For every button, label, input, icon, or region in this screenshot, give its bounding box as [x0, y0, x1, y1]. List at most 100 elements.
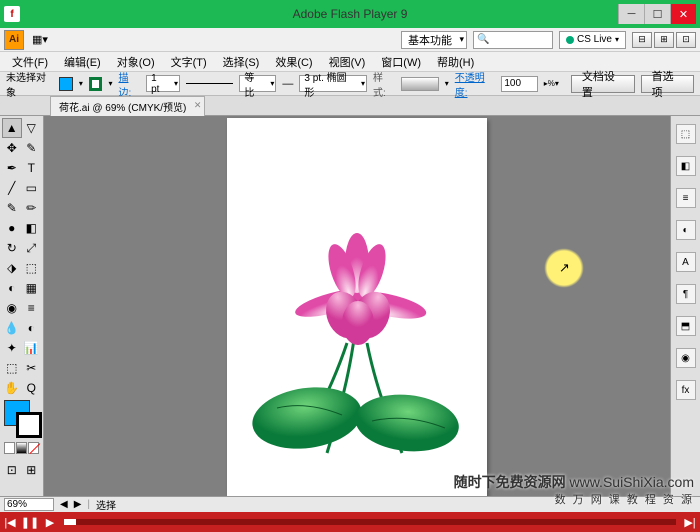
brush-dropdown[interactable]: 3 pt. 椭圆形 [299, 75, 367, 92]
close-button[interactable]: ✕ [670, 4, 696, 24]
opacity-input[interactable]: 100 [501, 76, 537, 92]
blend-tool[interactable]: ◐ [22, 318, 42, 338]
free-transform-tool[interactable]: ⬚ [22, 258, 42, 278]
blob-brush-tool[interactable]: ● [2, 218, 22, 238]
window-controls: ─ ☐ ✕ [618, 4, 696, 24]
search-input[interactable]: 🔍 [473, 31, 553, 49]
menu-view[interactable]: 视图(V) [321, 54, 374, 70]
bridge-icon[interactable]: ▦▾ [32, 33, 48, 46]
player-pause-button[interactable]: ❚❚ [20, 512, 40, 532]
workspace-switcher[interactable]: 基本功能 [401, 31, 467, 49]
arrange-btn-2[interactable]: ⊞ [654, 32, 674, 48]
close-tab-icon[interactable]: ✕ [194, 100, 202, 111]
pencil-tool[interactable]: ✏ [22, 198, 42, 218]
artboard-tool[interactable]: ⬚ [2, 358, 22, 378]
type-tool[interactable]: T [22, 158, 42, 178]
graphic-style-swatch[interactable] [401, 77, 439, 91]
minimize-button[interactable]: ─ [618, 4, 644, 24]
panel-transparency-icon[interactable]: ⬒ [676, 316, 696, 336]
scale-tool[interactable]: ⤢ [22, 238, 42, 258]
panel-character-icon[interactable]: A [676, 252, 696, 272]
status-dot-icon [566, 36, 574, 44]
color-mode-none[interactable] [28, 442, 39, 454]
panel-swatches-icon[interactable]: ◧ [676, 156, 696, 176]
menu-effect[interactable]: 效果(C) [267, 54, 320, 70]
arrange-documents: ⊟ ⊞ ⊡ [632, 32, 696, 48]
fill-stroke-swatches[interactable] [4, 400, 42, 438]
arrange-btn-1[interactable]: ⊟ [632, 32, 652, 48]
current-tool-label: 选择 [96, 497, 116, 512]
player-end-button[interactable]: ▶| [680, 512, 700, 532]
rectangle-tool[interactable]: ▭ [22, 178, 42, 198]
player-progress-fill [64, 519, 76, 525]
panel-stroke-icon[interactable]: ≡ [676, 188, 696, 208]
workspace-area: ▲▽ ✥✎ ✒T ╱▭ ✎✏ ●◧ ↻⤢ ⬗⬚ ◐▦ ◉≡ 💧◐ ✦📊 ⬚✂ ✋… [0, 116, 700, 496]
lasso-tool[interactable]: ✎ [22, 138, 42, 158]
graph-tool[interactable]: 📊 [22, 338, 42, 358]
player-play-button[interactable]: ▶ [40, 512, 60, 532]
player-progress-track[interactable] [64, 519, 676, 525]
maximize-button[interactable]: ☐ [644, 4, 670, 24]
zoom-level-dropdown[interactable]: 69% [4, 498, 54, 511]
perspective-grid-tool[interactable]: ▦ [22, 278, 42, 298]
shape-builder-tool[interactable]: ◐ [2, 278, 22, 298]
opacity-label-link[interactable]: 不透明度: [455, 69, 496, 99]
pen-tool[interactable]: ✒ [2, 158, 22, 178]
document-setup-button[interactable]: 文档设置 [571, 75, 635, 93]
fill-color-swatch[interactable] [59, 77, 72, 91]
stroke-weight-dropdown[interactable]: 1 pt [146, 75, 180, 92]
eyedropper-tool[interactable]: 💧 [2, 318, 22, 338]
panel-color-icon[interactable]: ⬚ [676, 124, 696, 144]
menu-object[interactable]: 对象(O) [109, 54, 163, 70]
magic-wand-tool[interactable]: ✥ [2, 138, 22, 158]
line-tool[interactable]: ╱ [2, 178, 22, 198]
canvas-area[interactable] [44, 116, 670, 496]
player-rewind-button[interactable]: |◀ [0, 512, 20, 532]
panel-appearance-icon[interactable]: ◉ [676, 348, 696, 368]
symbol-sprayer-tool[interactable]: ✦ [2, 338, 22, 358]
panel-paragraph-icon[interactable]: ¶ [676, 284, 696, 304]
selection-tool[interactable]: ▲ [2, 118, 22, 138]
menu-type[interactable]: 文字(T) [163, 54, 215, 70]
cs-live-button[interactable]: CS Live▾ [559, 31, 626, 49]
color-mode-gradient[interactable] [16, 442, 27, 454]
stroke-color-swatch[interactable] [89, 77, 103, 91]
artboard[interactable] [227, 118, 487, 496]
menu-window[interactable]: 窗口(W) [373, 54, 429, 70]
nav-prev-icon[interactable]: ◀ [60, 499, 68, 510]
screen-mode-full[interactable]: ⊞ [22, 460, 42, 480]
color-mode-solid[interactable] [4, 442, 15, 454]
stroke-swatch-icon[interactable] [16, 412, 42, 438]
flash-player-icon: f [4, 6, 20, 22]
illustrator-logo-icon: Ai [4, 30, 24, 50]
panel-effects-icon[interactable]: fx [676, 380, 696, 400]
stroke-profile-dropdown[interactable]: 等比 [239, 75, 276, 92]
illustrator-app-bar: Ai ▦▾ 基本功能 🔍 CS Live▾ ⊟ ⊞ ⊡ [0, 28, 700, 52]
slice-tool[interactable]: ✂ [22, 358, 42, 378]
menu-help[interactable]: 帮助(H) [429, 54, 482, 70]
cursor-highlight [544, 248, 584, 288]
arrange-btn-3[interactable]: ⊡ [676, 32, 696, 48]
rotate-tool[interactable]: ↻ [2, 238, 22, 258]
screen-mode-normal[interactable]: ⊡ [2, 460, 22, 480]
preferences-button[interactable]: 首选项 [641, 75, 694, 93]
dash-icon: — [282, 78, 293, 90]
lotus-artwork [247, 223, 467, 483]
gradient-tool[interactable]: ≡ [22, 298, 42, 318]
paintbrush-tool[interactable]: ✎ [2, 198, 22, 218]
document-tab[interactable]: 荷花.ai @ 69% (CMYK/预览) ✕ [50, 96, 205, 116]
eraser-tool[interactable]: ◧ [22, 218, 42, 238]
menu-file[interactable]: 文件(F) [4, 54, 56, 70]
stroke-label-link[interactable]: 描边: [118, 69, 140, 99]
menu-select[interactable]: 选择(S) [215, 54, 268, 70]
color-mode-buttons [4, 442, 39, 454]
width-tool[interactable]: ⬗ [2, 258, 22, 278]
menu-edit[interactable]: 编辑(E) [56, 54, 109, 70]
hand-tool[interactable]: ✋ [2, 378, 22, 398]
panel-gradient-icon[interactable]: ◐ [676, 220, 696, 240]
zoom-tool[interactable]: Q [22, 378, 42, 398]
nav-next-icon[interactable]: ▶ [74, 499, 82, 510]
mesh-tool[interactable]: ◉ [2, 298, 22, 318]
direct-selection-tool[interactable]: ▽ [22, 118, 42, 138]
style-label: 样式: [373, 69, 395, 99]
